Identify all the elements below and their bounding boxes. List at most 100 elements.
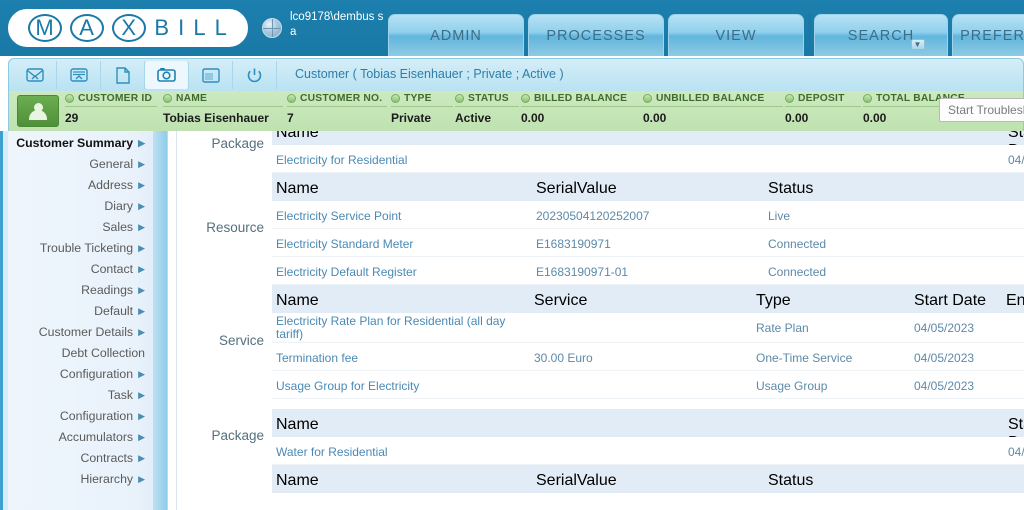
logo-letter: M bbox=[28, 14, 63, 42]
table-row[interactable]: Electricity Rate Plan for Residential (a… bbox=[272, 313, 1024, 343]
sidebar-item-accumulators[interactable]: Accumulators ▶ bbox=[8, 427, 153, 448]
customer-summary-bar: CUSTOMER ID 29 NAME Tobias Eisenhauer CUSTOM… bbox=[8, 91, 1024, 131]
table-cell-link[interactable]: Electricity Rate Plan for Residential (a… bbox=[276, 315, 516, 341]
field-value: 29 bbox=[65, 111, 79, 125]
top-brand-bar: M A X B I L L lco9178\dembus sa ADMIN PR… bbox=[0, 0, 1024, 56]
tab-processes[interactable]: PROCESSES bbox=[528, 14, 664, 56]
sidebar-item-contact[interactable]: Contact ▶ bbox=[8, 259, 153, 280]
sidebar-item-label: Configuration bbox=[59, 367, 134, 381]
sidebar-item-readings[interactable]: Readings ▶ bbox=[8, 280, 153, 301]
chevron-right-icon: ▶ bbox=[138, 159, 145, 169]
sidebar-item-label: Default bbox=[94, 304, 134, 318]
window-panel-icon[interactable] bbox=[189, 61, 233, 89]
field-status-dot-icon bbox=[455, 94, 464, 103]
column-header[interactable]: Name bbox=[276, 180, 319, 198]
sidebar-item-customer-details[interactable]: Customer Details ▶ bbox=[8, 322, 153, 343]
tab-view[interactable]: VIEW bbox=[668, 14, 804, 56]
table-cell-link[interactable]: Electricity for Residential bbox=[276, 153, 407, 167]
field-status-dot-icon bbox=[521, 94, 530, 103]
sidebar-item-label: General bbox=[89, 157, 134, 171]
sidebar-item-hierarchy[interactable]: Hierarchy ▶ bbox=[8, 469, 153, 490]
column-header[interactable]: End bbox=[1006, 292, 1024, 310]
column-header[interactable]: SerialValue bbox=[536, 180, 617, 198]
sidebar-item-general[interactable]: General ▶ bbox=[8, 154, 153, 175]
sidebar-item-configuration[interactable]: Configuration ▶ bbox=[8, 406, 153, 427]
sidebar-item-customer-summary[interactable]: Customer Summary ▶ bbox=[8, 133, 153, 154]
customer-field-type: TYPE Private bbox=[391, 93, 453, 125]
logo-letter: I bbox=[178, 15, 186, 40]
application-window: M A X B I L L lco9178\dembus sa ADMIN PR… bbox=[0, 0, 1024, 510]
field-label: TYPE bbox=[391, 93, 453, 107]
archive-box-icon[interactable] bbox=[57, 61, 101, 89]
field-value: 0.00 bbox=[521, 111, 545, 125]
tab-label: ADMIN bbox=[430, 27, 482, 44]
sidebar-item-sales[interactable]: Sales ▶ bbox=[8, 217, 153, 238]
table-header-row: Name SerialValue Status bbox=[272, 173, 1024, 201]
column-header[interactable]: Name bbox=[276, 292, 319, 310]
tab-admin[interactable]: ADMIN bbox=[388, 14, 524, 56]
field-status-dot-icon bbox=[391, 94, 400, 103]
column-header[interactable]: Name bbox=[276, 131, 319, 142]
field-label-text: STATUS bbox=[468, 93, 509, 104]
table-row[interactable]: Electricity Standard Meter E1683190971 Con… bbox=[272, 229, 1024, 257]
tab-search[interactable]: SEARCH ▼ bbox=[814, 14, 948, 56]
tab-separator bbox=[808, 14, 811, 56]
table-row[interactable]: Electricity Default Register E1683190971-… bbox=[272, 257, 1024, 285]
column-header[interactable]: Name bbox=[276, 416, 319, 434]
power-icon[interactable] bbox=[233, 61, 277, 89]
row-group-label: Package bbox=[211, 428, 264, 443]
table-cell: 04/05/2023 bbox=[914, 351, 975, 365]
chevron-right-icon: ▶ bbox=[138, 222, 145, 232]
sidebar-item-trouble-ticketing[interactable]: Trouble Ticketing ▶ bbox=[8, 238, 153, 259]
table-cell-link[interactable]: Usage Group for Electricity bbox=[276, 379, 419, 393]
column-header[interactable]: Name bbox=[276, 472, 319, 490]
column-header[interactable]: Status bbox=[768, 472, 813, 490]
chevron-right-icon: ▶ bbox=[138, 264, 145, 274]
camera-snapshot-icon[interactable] bbox=[145, 61, 189, 89]
sidebar-item-debt-collection[interactable]: Debt Collection bbox=[8, 343, 153, 364]
table-row[interactable]: Termination fee 30.00 Euro One-Time Servic… bbox=[272, 343, 1024, 371]
column-header[interactable]: Service bbox=[534, 292, 587, 310]
document-page-icon[interactable] bbox=[101, 61, 145, 89]
table-cell: 04/05/2023 bbox=[1008, 445, 1024, 459]
table-cell: One-Time Service bbox=[756, 351, 853, 365]
chevron-right-icon: ▶ bbox=[138, 453, 145, 463]
sidebar-item-contracts[interactable]: Contracts ▶ bbox=[8, 448, 153, 469]
sidebar-item-address[interactable]: Address ▶ bbox=[8, 175, 153, 196]
sidebar-scroll-strip[interactable] bbox=[153, 131, 167, 510]
table-row[interactable]: Usage Group for Electricity Usage Group 04… bbox=[272, 371, 1024, 399]
table-row[interactable]: Water for Residential 04/05/2023 bbox=[272, 437, 1024, 465]
table-cell-link[interactable]: Water for Residential bbox=[276, 445, 388, 459]
table-cell: Connected bbox=[768, 265, 827, 279]
field-value: 0.00 bbox=[785, 111, 809, 125]
breadcrumb: Customer ( Tobias Eisenhauer ; Private ;… bbox=[295, 67, 564, 81]
tab-label: SEARCH bbox=[847, 27, 915, 44]
sidebar-item-default[interactable]: Default ▶ bbox=[8, 301, 153, 322]
table-cell-link[interactable]: Electricity Standard Meter bbox=[276, 237, 413, 251]
sidebar-item-label: Customer Summary bbox=[16, 136, 134, 150]
inbox-envelope-icon[interactable] bbox=[13, 61, 57, 89]
column-header[interactable]: Start Date bbox=[914, 292, 986, 310]
sidebar-item-task[interactable]: Task ▶ bbox=[8, 385, 153, 406]
column-header[interactable]: SerialValue bbox=[536, 472, 617, 490]
field-value: Tobias Eisenhauer bbox=[163, 111, 269, 125]
row-group-label: Package bbox=[211, 136, 264, 151]
table-row[interactable]: Electricity for Residential 04/05/2023 bbox=[272, 145, 1024, 173]
sidebar-item-configuration[interactable]: Configuration ▶ bbox=[8, 364, 153, 385]
column-header[interactable]: Status bbox=[768, 180, 813, 198]
tab-preferences[interactable]: PREFERENCES bbox=[952, 14, 1024, 56]
column-header[interactable]: Type bbox=[756, 292, 791, 310]
sidebar-item-diary[interactable]: Diary ▶ bbox=[8, 196, 153, 217]
row-group-label: Resource bbox=[206, 220, 264, 235]
chevron-down-icon[interactable]: ▼ bbox=[911, 39, 925, 50]
table-cell-link[interactable]: Electricity Service Point bbox=[276, 209, 401, 223]
table-cell-link[interactable]: Termination fee bbox=[276, 351, 358, 365]
table-row[interactable]: Electricity Service Point 202305041202520… bbox=[272, 201, 1024, 229]
table-cell-link[interactable]: Electricity Default Register bbox=[276, 265, 417, 279]
table-cell: 04/05/2023 bbox=[914, 379, 975, 393]
start-troubleshooting-button[interactable]: Start Troubleshooting bbox=[939, 98, 1024, 122]
field-status-dot-icon bbox=[287, 94, 296, 103]
field-label-text: UNBILLED BALANCE bbox=[656, 93, 765, 104]
customer-field-status: STATUS Active bbox=[455, 93, 519, 125]
sidebar-item-label: Debt Collection bbox=[61, 346, 145, 360]
